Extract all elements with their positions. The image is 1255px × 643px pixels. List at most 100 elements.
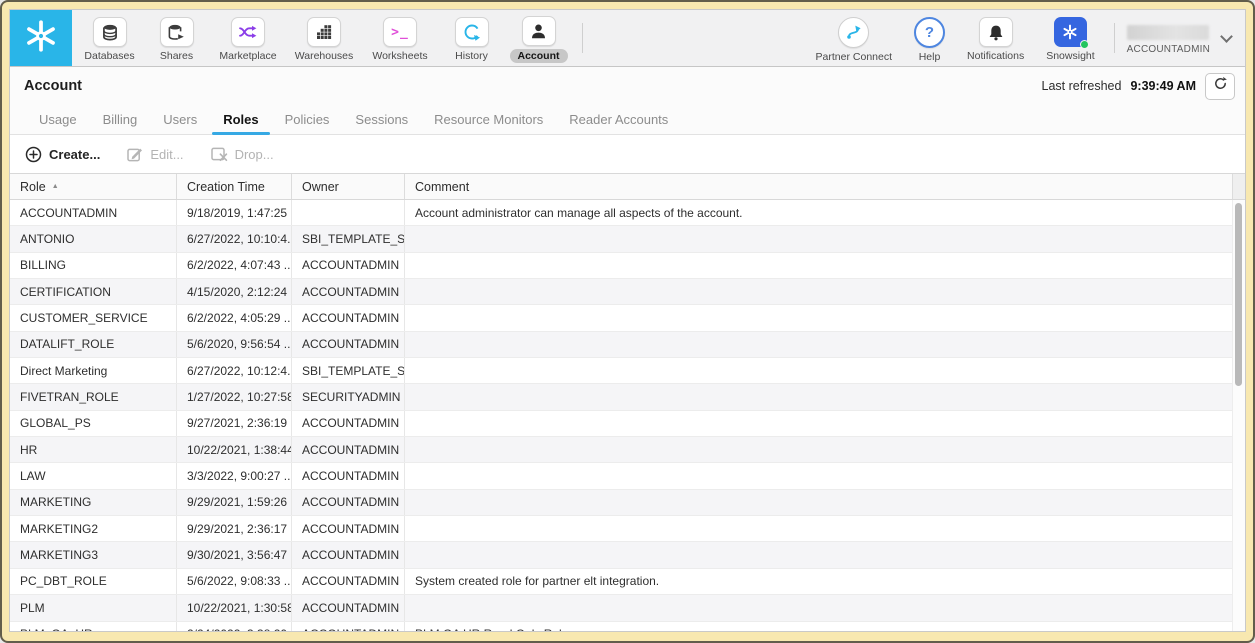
- table-row-pc-dbt-role[interactable]: PC_DBT_ROLE5/6/2022, 9:08:33 ...ACCOUNTA…: [10, 569, 1245, 595]
- table-row-billing[interactable]: BILLING6/2/2022, 4:07:43 ...ACCOUNTADMIN: [10, 253, 1245, 279]
- comment-cell: [405, 358, 1245, 383]
- table-row-datalift-role[interactable]: DATALIFT_ROLE5/6/2020, 9:56:54 ...ACCOUN…: [10, 332, 1245, 358]
- refresh-icon: [1213, 76, 1228, 96]
- top-navigation-bar: Databases Shares Marketplace Warehouses>_Wo…: [10, 10, 1245, 67]
- nav-item-label: Shares: [160, 50, 193, 62]
- role-cell: MARKETING3: [10, 542, 177, 567]
- primary-nav-items: Databases Shares Marketplace Warehouses>_Wo…: [76, 10, 572, 66]
- owner-cell: ACCOUNTADMIN: [292, 490, 405, 515]
- databases-icon: [93, 17, 127, 47]
- role-cell: MARKETING: [10, 490, 177, 515]
- creation-time-cell: 1/27/2022, 10:27:58...: [177, 384, 292, 409]
- tab-usage[interactable]: Usage: [26, 105, 90, 134]
- owner-cell: ACCOUNTADMIN: [292, 542, 405, 567]
- nav-item-label: Marketplace: [219, 50, 276, 62]
- sort-ascending-icon: ▲: [52, 183, 59, 190]
- nav-item-databases[interactable]: Databases: [76, 14, 143, 62]
- table-row-hr[interactable]: HR10/22/2021, 1:38:44...ACCOUNTADMIN: [10, 437, 1245, 463]
- comment-cell: [405, 516, 1245, 541]
- nav-item-warehouses[interactable]: Warehouses: [286, 14, 362, 62]
- online-status-dot: [1080, 40, 1089, 49]
- role-cell: GLOBAL_PS: [10, 411, 177, 436]
- table-row-certification[interactable]: CERTIFICATION4/15/2020, 2:12:24 ...ACCOU…: [10, 279, 1245, 305]
- tab-users[interactable]: Users: [150, 105, 210, 134]
- comment-cell: [405, 226, 1245, 251]
- vertical-scrollbar-track[interactable]: [1232, 200, 1245, 631]
- nav-item-notifications[interactable]: Notifications: [956, 14, 1035, 62]
- column-header-comment[interactable]: Comment: [405, 174, 1232, 199]
- create-button[interactable]: Create...: [25, 146, 100, 163]
- column-header-creation-time[interactable]: Creation Time: [177, 174, 292, 199]
- nav-item-snowsight[interactable]: Snowsight: [1035, 14, 1105, 62]
- comment-cell: [405, 542, 1245, 567]
- creation-time-cell: 10/22/2021, 1:30:58...: [177, 595, 292, 620]
- table-row-global-ps[interactable]: GLOBAL_PS9/27/2021, 2:36:19 ...ACCOUNTAD…: [10, 411, 1245, 437]
- nav-item-worksheets[interactable]: >_Worksheets: [362, 14, 438, 62]
- nav-item-shares[interactable]: Shares: [143, 14, 210, 62]
- tab-policies[interactable]: Policies: [272, 105, 343, 134]
- comment-cell: [405, 463, 1245, 488]
- table-row-plm-qa-hr[interactable]: PLM_QA_HR2/24/2022, 3:38:20...ACCOUNTADM…: [10, 622, 1245, 632]
- column-header-owner[interactable]: Owner: [292, 174, 405, 199]
- tab-reader-accounts[interactable]: Reader Accounts: [556, 105, 681, 134]
- nav-item-label: Partner Connect: [816, 51, 892, 63]
- user-menu[interactable]: ACCOUNTADMIN: [1127, 21, 1210, 55]
- shares-icon: [160, 17, 194, 47]
- last-refreshed-time: 9:39:49 AM: [1130, 79, 1196, 93]
- table-row-marketing[interactable]: MARKETING9/29/2021, 1:59:26 ...ACCOUNTAD…: [10, 490, 1245, 516]
- roles-toolbar: Create... Edit... Drop...: [10, 135, 1245, 173]
- owner-cell: ACCOUNTADMIN: [292, 305, 405, 330]
- table-row-accountadmin[interactable]: ACCOUNTADMIN9/18/2019, 1:47:25 ...Accoun…: [10, 200, 1245, 226]
- owner-cell: SBI_TEMPLATE_SN...: [292, 226, 405, 251]
- create-icon: [25, 146, 42, 163]
- owner-cell: ACCOUNTADMIN: [292, 411, 405, 436]
- role-cell: CUSTOMER_SERVICE: [10, 305, 177, 330]
- tab-resource-monitors[interactable]: Resource Monitors: [421, 105, 556, 134]
- table-row-marketing2[interactable]: MARKETING29/29/2021, 2:36:17 ...ACCOUNTA…: [10, 516, 1245, 542]
- tab-roles[interactable]: Roles: [210, 105, 271, 134]
- vertical-scrollbar-thumb[interactable]: [1235, 203, 1242, 386]
- owner-cell: ACCOUNTADMIN: [292, 516, 405, 541]
- table-row-customer-service[interactable]: CUSTOMER_SERVICE6/2/2022, 4:05:29 ...ACC…: [10, 305, 1245, 331]
- drop-button: Drop...: [211, 146, 274, 162]
- comment-cell: [405, 411, 1245, 436]
- nav-item-label: Account: [510, 49, 568, 63]
- column-header-label: Creation Time: [187, 180, 265, 194]
- table-row-marketing3[interactable]: MARKETING39/30/2021, 3:56:47 ...ACCOUNTA…: [10, 542, 1245, 568]
- edit-button: Edit...: [127, 146, 183, 162]
- comment-cell: PLM QA HR Read Only Role: [405, 622, 1245, 632]
- owner-cell: ACCOUNTADMIN: [292, 595, 405, 620]
- refresh-button[interactable]: [1205, 73, 1235, 100]
- comment-cell: [405, 253, 1245, 278]
- owner-cell: SECURITYADMIN: [292, 384, 405, 409]
- table-row-law[interactable]: LAW3/3/2022, 9:00:27 ...ACCOUNTADMIN: [10, 463, 1245, 489]
- nav-item-label: Worksheets: [372, 50, 427, 62]
- nav-item-help[interactable]: ?Help: [903, 14, 956, 63]
- column-header-role[interactable]: Role▲: [10, 174, 177, 199]
- nav-item-account[interactable]: Account: [505, 13, 572, 63]
- table-body: ACCOUNTADMIN9/18/2019, 1:47:25 ...Accoun…: [10, 200, 1245, 631]
- table-header-row: Role▲ Creation Time OwnerComment: [10, 173, 1245, 200]
- creation-time-cell: 5/6/2020, 9:56:54 ...: [177, 332, 292, 357]
- tab-sessions[interactable]: Sessions: [342, 105, 421, 134]
- table-row-antonio[interactable]: ANTONIO6/27/2022, 10:10:4...SBI_TEMPLATE…: [10, 226, 1245, 252]
- nav-item-partner-connect[interactable]: Partner Connect: [805, 14, 903, 63]
- table-row-plm[interactable]: PLM10/22/2021, 1:30:58...ACCOUNTADMIN: [10, 595, 1245, 621]
- snowflake-logo[interactable]: [10, 10, 72, 66]
- nav-item-marketplace[interactable]: Marketplace: [210, 14, 286, 62]
- toolbar-button-label: Create...: [49, 147, 100, 162]
- nav-item-history[interactable]: History: [438, 14, 505, 62]
- role-cell: LAW: [10, 463, 177, 488]
- table-row-fivetran-role[interactable]: FIVETRAN_ROLE1/27/2022, 10:27:58...SECUR…: [10, 384, 1245, 410]
- owner-cell: ACCOUNTADMIN: [292, 622, 405, 632]
- history-icon: [455, 17, 489, 47]
- toolbar-button-label: Drop...: [235, 147, 274, 162]
- comment-cell: [405, 279, 1245, 304]
- table-row-direct-marketing[interactable]: Direct Marketing6/27/2022, 10:12:4...SBI…: [10, 358, 1245, 384]
- creation-time-cell: 3/3/2022, 9:00:27 ...: [177, 463, 292, 488]
- tab-billing[interactable]: Billing: [90, 105, 151, 134]
- nav-item-label: Help: [919, 51, 941, 63]
- user-section-divider: [1114, 23, 1115, 53]
- chevron-down-icon[interactable]: [1220, 30, 1233, 43]
- roles-table: Role▲ Creation Time OwnerComment ACCOUNTAD…: [10, 173, 1245, 631]
